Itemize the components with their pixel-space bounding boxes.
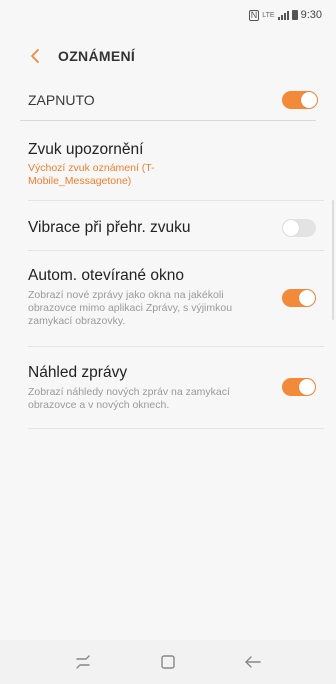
system-nav-bar (0, 640, 336, 684)
chevron-left-icon[interactable] (24, 45, 46, 67)
toggle-knob (283, 220, 299, 236)
divider (28, 346, 324, 347)
app-header: OZNÁMENÍ (0, 38, 336, 74)
auto-popup-toggle[interactable] (282, 289, 316, 307)
battery-icon (291, 10, 298, 20)
setting-title: Náhled zprávy (28, 364, 128, 381)
message-preview-toggle[interactable] (282, 378, 316, 396)
toggle-knob (301, 92, 317, 108)
back-arrow-icon[interactable] (233, 647, 273, 677)
setting-notification-sound[interactable]: Zvuk upozornění Výchozí zvuk oznámení (T… (28, 140, 318, 188)
divider (28, 200, 324, 201)
status-bar: N LTE 9:30 (0, 0, 336, 30)
nfc-icon: N (248, 9, 260, 21)
signal-icon (277, 10, 289, 20)
setting-title: Zvuk upozornění (28, 141, 144, 158)
master-switch-row[interactable]: ZAPNUTO (18, 84, 318, 116)
setting-title: Autom. otevírané okno (28, 267, 184, 284)
toggle-knob (299, 379, 315, 395)
home-icon[interactable] (148, 647, 188, 677)
master-switch-label: ZAPNUTO (28, 92, 95, 108)
setting-title: Vibrace při přehr. zvuku (28, 219, 191, 236)
vibration-toggle[interactable] (282, 219, 316, 237)
divider (28, 428, 324, 429)
divider (28, 250, 324, 251)
setting-subtitle: Zobrazí náhledy nových zpráv na zamykací… (28, 386, 230, 411)
toggle-knob (299, 290, 315, 306)
divider (20, 120, 316, 121)
page-title: OZNÁMENÍ (58, 48, 136, 64)
setting-subtitle: Výchozí zvuk oznámení (T-Mobile_Messaget… (28, 162, 155, 187)
network-type: LTE (262, 11, 275, 19)
screen: N LTE 9:30 OZNÁMENÍ ZAPNUTO Zvuk upozorn… (0, 0, 336, 684)
recents-icon[interactable] (63, 647, 103, 677)
setting-subtitle: Zobrazí nové zprávy jako okna na jakékol… (28, 289, 233, 327)
master-toggle[interactable] (282, 91, 318, 109)
setting-vibration[interactable]: Vibrace při přehr. zvuku (28, 218, 318, 238)
scrollbar[interactable] (332, 200, 334, 320)
setting-message-preview[interactable]: Náhled zprávy Zobrazí náhledy nových zpr… (28, 363, 318, 412)
setting-auto-popup[interactable]: Autom. otevírané okno Zobrazí nové zpráv… (28, 266, 318, 328)
clock: 9:30 (300, 9, 322, 21)
